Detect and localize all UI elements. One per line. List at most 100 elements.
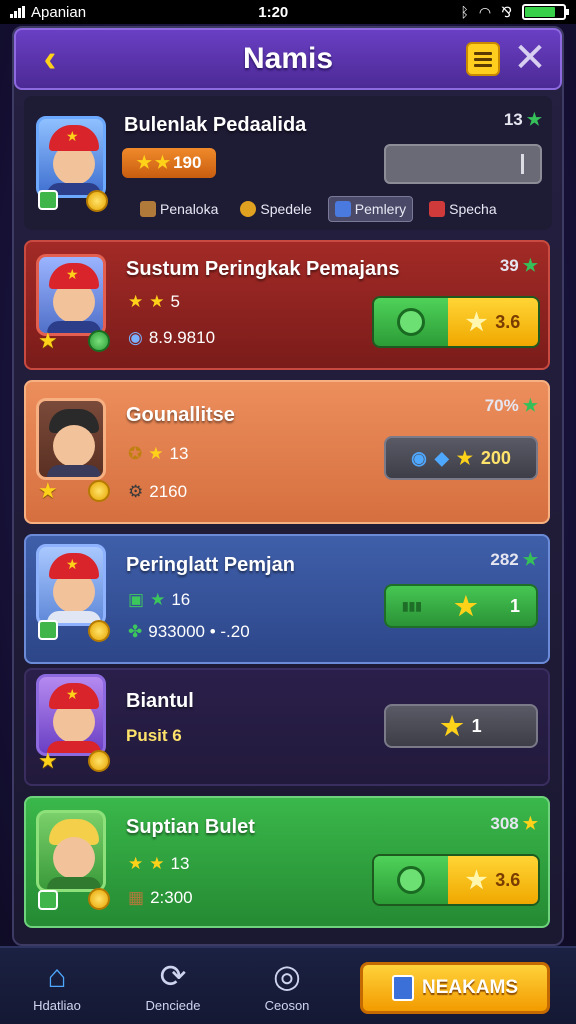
stars-value: 13	[170, 854, 190, 873]
rank-value: 308	[490, 814, 519, 833]
leaderboard-row[interactable]: ★ Biantul Pusit 6 ★ 1	[24, 668, 550, 786]
shield-icon	[334, 201, 351, 217]
gear-icon: ⚙	[128, 482, 144, 501]
star-icon: ★	[128, 292, 144, 311]
chart-icon	[429, 201, 446, 217]
avatar	[36, 398, 106, 480]
points-value: 2:300	[150, 888, 193, 907]
reward-button[interactable]: ★ 1	[384, 704, 538, 748]
mute-icon: ⅋	[501, 3, 512, 20]
crate-icon	[140, 201, 156, 217]
signal-icon	[10, 6, 25, 18]
leaderboard-row[interactable]: ★ Gounallitse 70% ★ ✪ ★ 13 ⚙ 2160 ◉ ◆ ★ 200	[24, 380, 550, 524]
points-value: 933000 • -.20	[148, 622, 250, 641]
tab-label: Penaloka	[160, 201, 219, 217]
tab-spedele[interactable]: Spedele	[234, 196, 317, 222]
coin-icon	[88, 620, 110, 642]
star-icon: ★	[38, 478, 58, 503]
challenge-button[interactable]: ★ 3.6	[372, 854, 540, 906]
nav-item-home[interactable]: ⌂ Hdatliao	[12, 958, 102, 1013]
nav-label: Ceoson	[264, 998, 310, 1013]
claim-button[interactable]: ▮▮▮ ★ 1	[384, 584, 538, 628]
points-value: 8.9.9810	[148, 328, 216, 347]
star-icon: ★	[454, 590, 478, 621]
header: ‹ Namis ✕	[14, 28, 562, 90]
tab-penaloka[interactable]: Penaloka	[134, 196, 224, 222]
bars-icon: ▮▮▮	[402, 599, 422, 613]
points-value: 2160	[149, 482, 188, 501]
star-icon: ★	[150, 590, 166, 609]
leaderboard-row[interactable]: ★ Sustum Peringkak Pemajans 39★ ★★5 ◉8.9…	[24, 240, 550, 370]
battery-icon	[521, 4, 569, 20]
avatar	[36, 544, 106, 626]
star-icon: ★	[149, 292, 165, 311]
star-icon: ★	[465, 308, 488, 336]
nav-item-refresh[interactable]: ⟳ Denciede	[128, 958, 218, 1013]
close-button[interactable]: ✕	[510, 38, 550, 78]
nav-item-compass[interactable]: ◎ Ceoson	[242, 958, 332, 1013]
rank-value: 13	[503, 110, 523, 129]
player-points: ◉ 8.9.9810	[128, 328, 215, 348]
coin-icon	[88, 330, 110, 352]
player-stars: ★ ★ 13	[128, 854, 189, 874]
status-bar: Apanian 1:20 ᛒ ◠ ⅋	[0, 0, 576, 24]
medal-icon	[240, 201, 257, 217]
player-stars: ✪ ★ 13	[128, 444, 188, 464]
level-badge-icon	[38, 620, 58, 640]
challenge-button[interactable]: ★ 3.6	[372, 296, 540, 348]
compass-icon: ◎	[273, 958, 301, 994]
avatar	[36, 254, 106, 336]
star-icon: ★	[440, 710, 464, 741]
player-name: Suptian Bulet	[126, 816, 255, 838]
star-icon: ★	[456, 447, 473, 468]
tab-pemlery[interactable]: Pemlery	[327, 196, 414, 222]
plant-icon: ✤	[128, 622, 143, 641]
tab-label: Specha	[449, 201, 497, 217]
coin-icon: ◉	[411, 447, 427, 468]
status-value: Pusit 6	[126, 726, 182, 745]
refresh-icon	[397, 866, 425, 894]
menu-button[interactable]	[466, 42, 500, 76]
tab-label: Pemlery	[354, 201, 407, 217]
star-icon: ★	[136, 153, 152, 172]
avatar	[36, 674, 106, 756]
star-icon: ★	[149, 854, 165, 873]
coin-icon	[86, 190, 108, 212]
button-value: 1	[471, 715, 482, 736]
score-badge: ★ ★ 190	[122, 148, 216, 178]
reward-button[interactable]: ◉ ◆ ★ 200	[384, 436, 538, 480]
page-title: Namis	[242, 42, 334, 75]
coin-icon	[88, 888, 110, 910]
avatar	[36, 810, 106, 892]
star-icon: ★	[526, 110, 542, 129]
button-value: 1	[509, 595, 520, 616]
square-icon: ▣	[128, 590, 145, 609]
star-icon: ★	[38, 748, 58, 773]
stars-value: 16	[171, 590, 191, 609]
star-icon: ★	[522, 550, 538, 569]
gem-icon: ◆	[434, 447, 449, 468]
stars-value: 5	[170, 292, 180, 311]
primary-action-button[interactable]: NEAKAMS	[360, 962, 550, 1014]
button-value: 3.6	[495, 869, 521, 890]
bluetooth-icon: ᛒ	[460, 4, 469, 20]
nav-label: Hdatliao	[33, 998, 81, 1013]
avatar[interactable]	[36, 116, 106, 198]
tab-specha[interactable]: Specha	[423, 196, 502, 222]
star-icon: ★	[522, 396, 538, 415]
player-name: Sustum Peringkak Pemajans	[126, 258, 400, 280]
leaderboard-row[interactable]: Suptian Bulet 308 ★ ★ ★ 13 ▦ 2:300 ★ 3.6	[24, 796, 550, 928]
leaderboard-row[interactable]: Peringlatt Pemjan 282★ ▣★16 ✤933000 • -.…	[24, 534, 550, 664]
back-button[interactable]: ‹	[30, 40, 70, 80]
globe-icon: ◉	[128, 328, 143, 347]
player-points: ▦ 2:300	[128, 888, 193, 908]
button-value: 200	[480, 447, 511, 468]
carrier-label: Apanian	[31, 3, 87, 21]
rank-value: 282	[490, 550, 519, 569]
star-icon: ★	[38, 328, 58, 353]
player-points: ✤ 933000 • -.20	[128, 622, 250, 642]
player-name: Bulenlak Pedaalida	[124, 114, 307, 136]
book-icon	[391, 975, 414, 1001]
player-rank: 282 ★	[490, 550, 538, 570]
player-profile-card: Bulenlak Pedaalida 13★ ★ ★ 190 Penaloka …	[24, 96, 552, 230]
